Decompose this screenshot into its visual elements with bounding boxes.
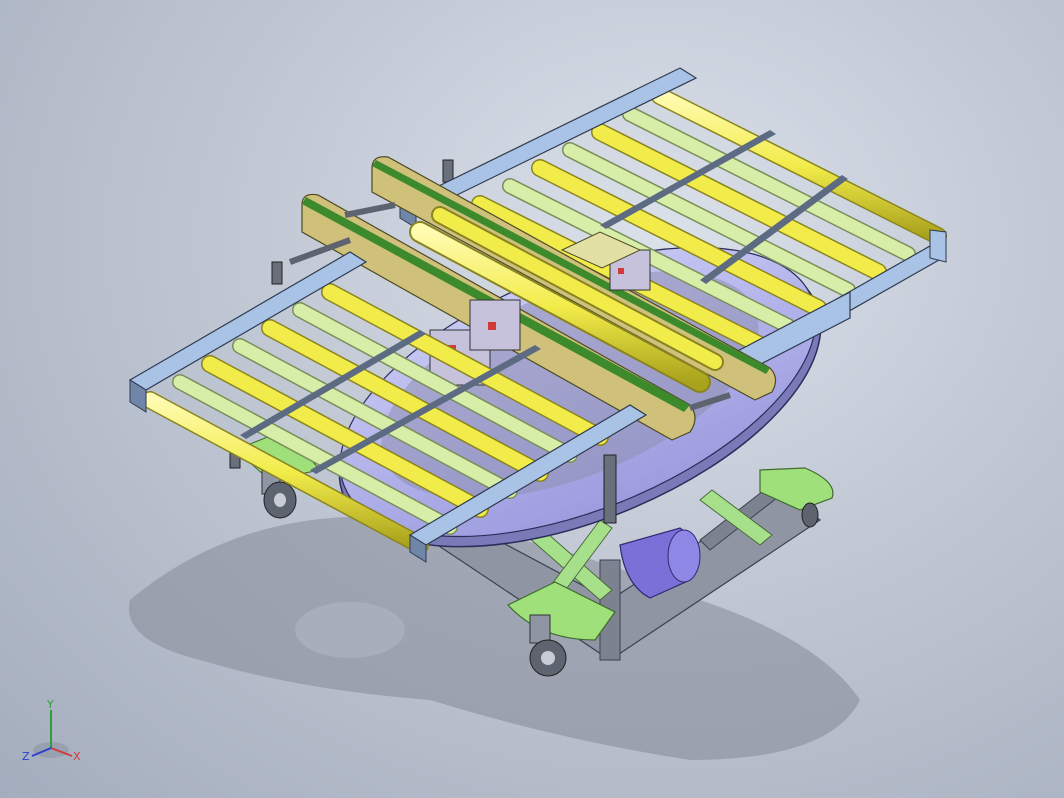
- caster-right: [801, 502, 819, 528]
- y-axis-label: Y: [46, 700, 54, 711]
- coordinate-triad: Y X Z: [22, 700, 81, 763]
- x-axis-label: X: [73, 750, 81, 763]
- cad-viewport[interactable]: Y X Z: [0, 0, 1064, 798]
- roller-conveyor-turntable-model[interactable]: [0, 0, 1064, 798]
- z-axis-label: Z: [22, 750, 30, 763]
